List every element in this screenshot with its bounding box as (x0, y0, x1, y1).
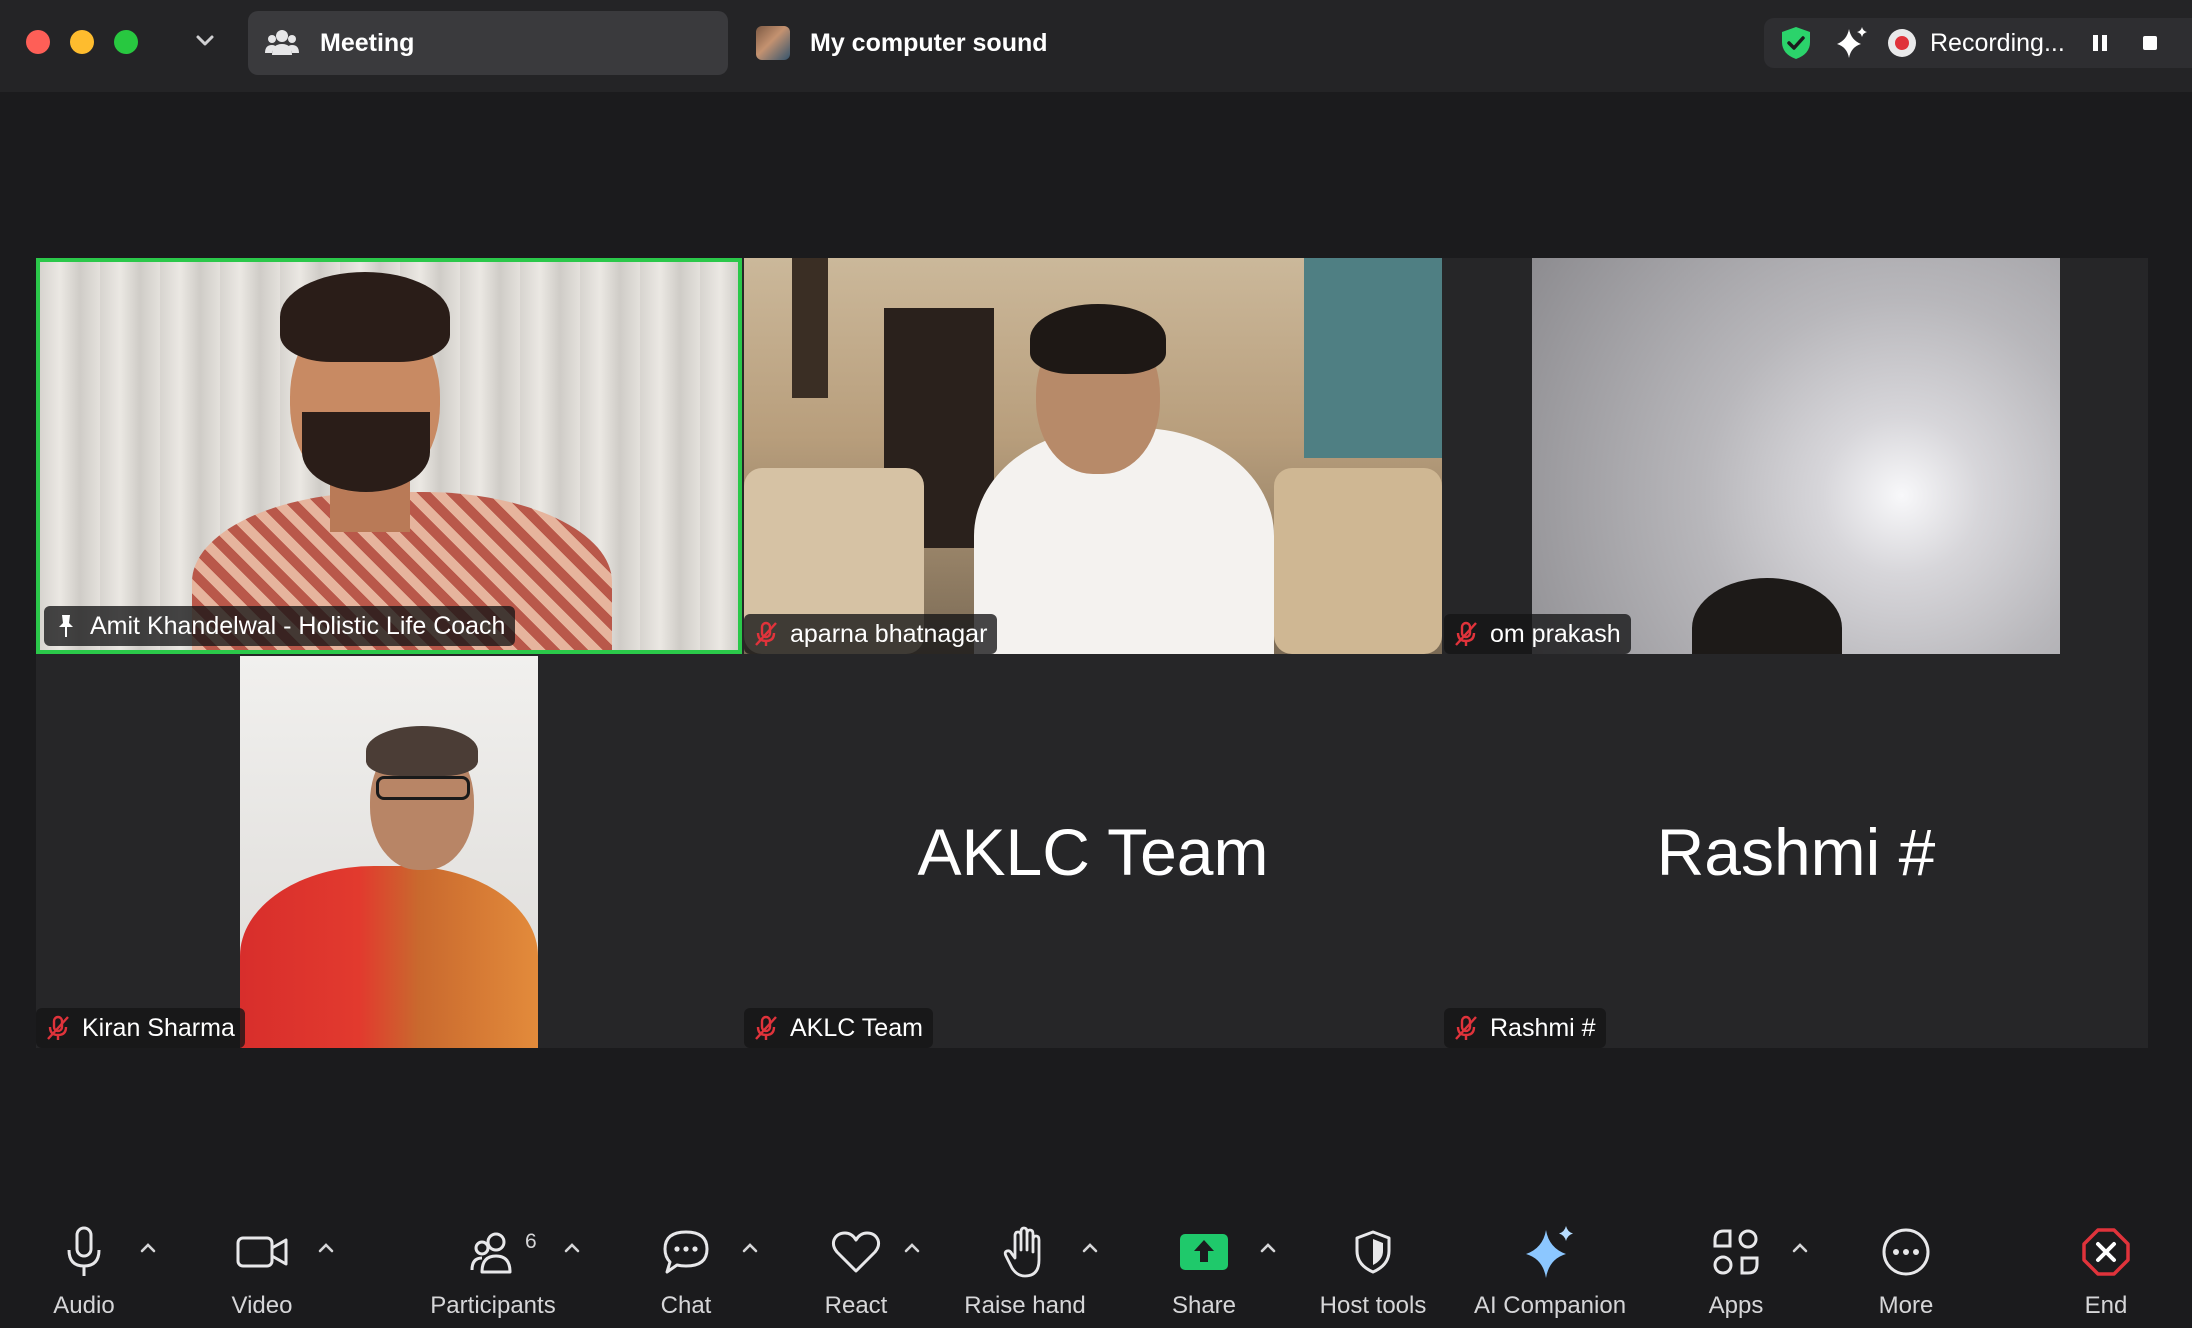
participant-tile-rashmi[interactable]: Rashmi # Rashmi # (1444, 656, 2148, 1048)
raise-hand-label: Raise hand (964, 1292, 1086, 1319)
recording-status-text: Recording... (1930, 28, 2065, 57)
react-label: React (824, 1292, 888, 1319)
chevron-down-icon[interactable] (190, 26, 220, 56)
apps-label: Apps (1708, 1292, 1764, 1319)
meeting-toolbar: Audio Video Participants 6 Chat React Ra… (0, 1190, 2192, 1328)
host-tools-label: Host tools (1319, 1292, 1427, 1319)
meeting-status-bar: Recording... (1764, 18, 2192, 68)
ai-sparkle-icon[interactable] (1832, 23, 1872, 63)
video-options-chevron-icon[interactable] (314, 1236, 338, 1260)
mic-off-icon (1455, 1015, 1477, 1040)
mic-off-icon (47, 1015, 69, 1040)
share-label: Share (1171, 1292, 1237, 1319)
participant-name: aparna bhatnagar (790, 619, 988, 648)
react-options-chevron-icon[interactable] (900, 1236, 924, 1260)
participants-options-chevron-icon[interactable] (560, 1236, 584, 1260)
share-options-chevron-icon[interactable] (1256, 1236, 1280, 1260)
window-close-button[interactable] (26, 30, 50, 54)
video-label: Video (231, 1292, 293, 1319)
participant-video (744, 258, 1442, 654)
participant-display-name: AKLC Team (917, 815, 1269, 889)
tab-computer-sound-label: My computer sound (810, 28, 1048, 57)
participant-video (240, 656, 538, 1048)
participants-label: Participants (430, 1292, 556, 1319)
end-meeting-button[interactable]: End (2066, 1190, 2146, 1328)
participant-tile-amit[interactable]: Amit Khandelwal - Holistic Life Coach (36, 258, 742, 654)
window-maximize-button[interactable] (114, 30, 138, 54)
participant-video (1532, 258, 2060, 654)
share-screen-icon (1180, 1234, 1228, 1270)
tab-meeting-label: Meeting (320, 28, 415, 57)
end-label: End (2084, 1292, 2128, 1319)
participant-display-name: Rashmi # (1656, 815, 1936, 889)
more-button[interactable]: More (1866, 1190, 1946, 1328)
participant-name: Amit Khandelwal - Holistic Life Coach (90, 611, 506, 640)
participant-name: Kiran Sharma (82, 1013, 235, 1042)
apps-grid-icon (1713, 1229, 1759, 1275)
participant-name-tag: Amit Khandelwal - Holistic Life Coach (44, 606, 516, 646)
ai-companion-button[interactable]: AI Companion (1468, 1190, 1632, 1328)
end-meeting-icon (2082, 1228, 2130, 1276)
participants-icon (470, 1232, 512, 1274)
raise-hand-button[interactable]: Raise hand (962, 1190, 1088, 1328)
video-button[interactable]: Video (222, 1190, 302, 1328)
participant-name: om prakash (1490, 619, 1621, 648)
participant-name-tag: Kiran Sharma (36, 1008, 245, 1048)
participant-tile-om-prakash[interactable]: om prakash (1444, 258, 2148, 654)
chat-options-chevron-icon[interactable] (738, 1236, 762, 1260)
mic-off-icon (755, 621, 777, 646)
ai-companion-label: AI Companion (1473, 1292, 1627, 1319)
chat-button[interactable]: Chat (646, 1190, 726, 1328)
chat-label: Chat (660, 1292, 712, 1319)
microphone-icon (67, 1226, 101, 1276)
pause-recording-icon[interactable] (2085, 28, 2115, 58)
participant-name: Rashmi # (1490, 1013, 1596, 1042)
host-tools-button[interactable]: Host tools (1310, 1190, 1436, 1328)
raise-hand-options-chevron-icon[interactable] (1078, 1236, 1102, 1260)
tab-computer-sound[interactable]: My computer sound (756, 11, 1048, 75)
apps-options-chevron-icon[interactable] (1788, 1236, 1812, 1260)
participant-name: AKLC Team (790, 1013, 923, 1042)
ai-companion-sparkle-icon (1526, 1226, 1573, 1278)
participants-button[interactable]: Participants (422, 1190, 564, 1328)
window-minimize-button[interactable] (70, 30, 94, 54)
participant-tile-aklc-team[interactable]: AKLC Team AKLC Team (744, 656, 1442, 1048)
participants-count-badge: 6 (525, 1230, 537, 1253)
participant-tile-aparna[interactable]: aparna bhatnagar (744, 258, 1442, 654)
participant-name-tag: Rashmi # (1444, 1008, 1606, 1048)
chat-bubble-icon (663, 1230, 709, 1274)
heart-icon (831, 1231, 881, 1273)
recording-indicator-icon (1888, 29, 1916, 57)
video-gallery: Amit Khandelwal - Holistic Life Coach ap… (36, 258, 2148, 1048)
encryption-shield-icon[interactable] (1776, 23, 1816, 63)
mic-off-icon (1455, 621, 1477, 646)
audio-options-chevron-icon[interactable] (136, 1236, 160, 1260)
stop-recording-icon[interactable] (2135, 28, 2165, 58)
more-options-icon (1882, 1228, 1930, 1276)
participants-group-icon (265, 30, 299, 55)
share-button[interactable]: Share (1164, 1190, 1244, 1328)
participant-video (40, 262, 738, 650)
avatar (756, 26, 790, 60)
window-titlebar: Meeting My computer sound Recording... (0, 0, 2192, 92)
video-camera-icon (236, 1236, 288, 1268)
participant-name-tag: om prakash (1444, 614, 1631, 654)
participant-tile-kiran-sharma[interactable]: Kiran Sharma (36, 656, 742, 1048)
shield-icon (1355, 1230, 1391, 1274)
more-label: More (1878, 1292, 1934, 1319)
participant-name-tag: aparna bhatnagar (744, 614, 998, 654)
raise-hand-icon (1003, 1226, 1041, 1278)
apps-button[interactable]: Apps (1696, 1190, 1776, 1328)
mic-off-icon (755, 1015, 777, 1040)
react-button[interactable]: React (816, 1190, 896, 1328)
audio-label: Audio (53, 1292, 115, 1319)
audio-button[interactable]: Audio (44, 1190, 124, 1328)
tab-meeting[interactable]: Meeting (248, 11, 728, 75)
participant-name-tag: AKLC Team (744, 1008, 933, 1048)
pin-icon (59, 615, 73, 637)
